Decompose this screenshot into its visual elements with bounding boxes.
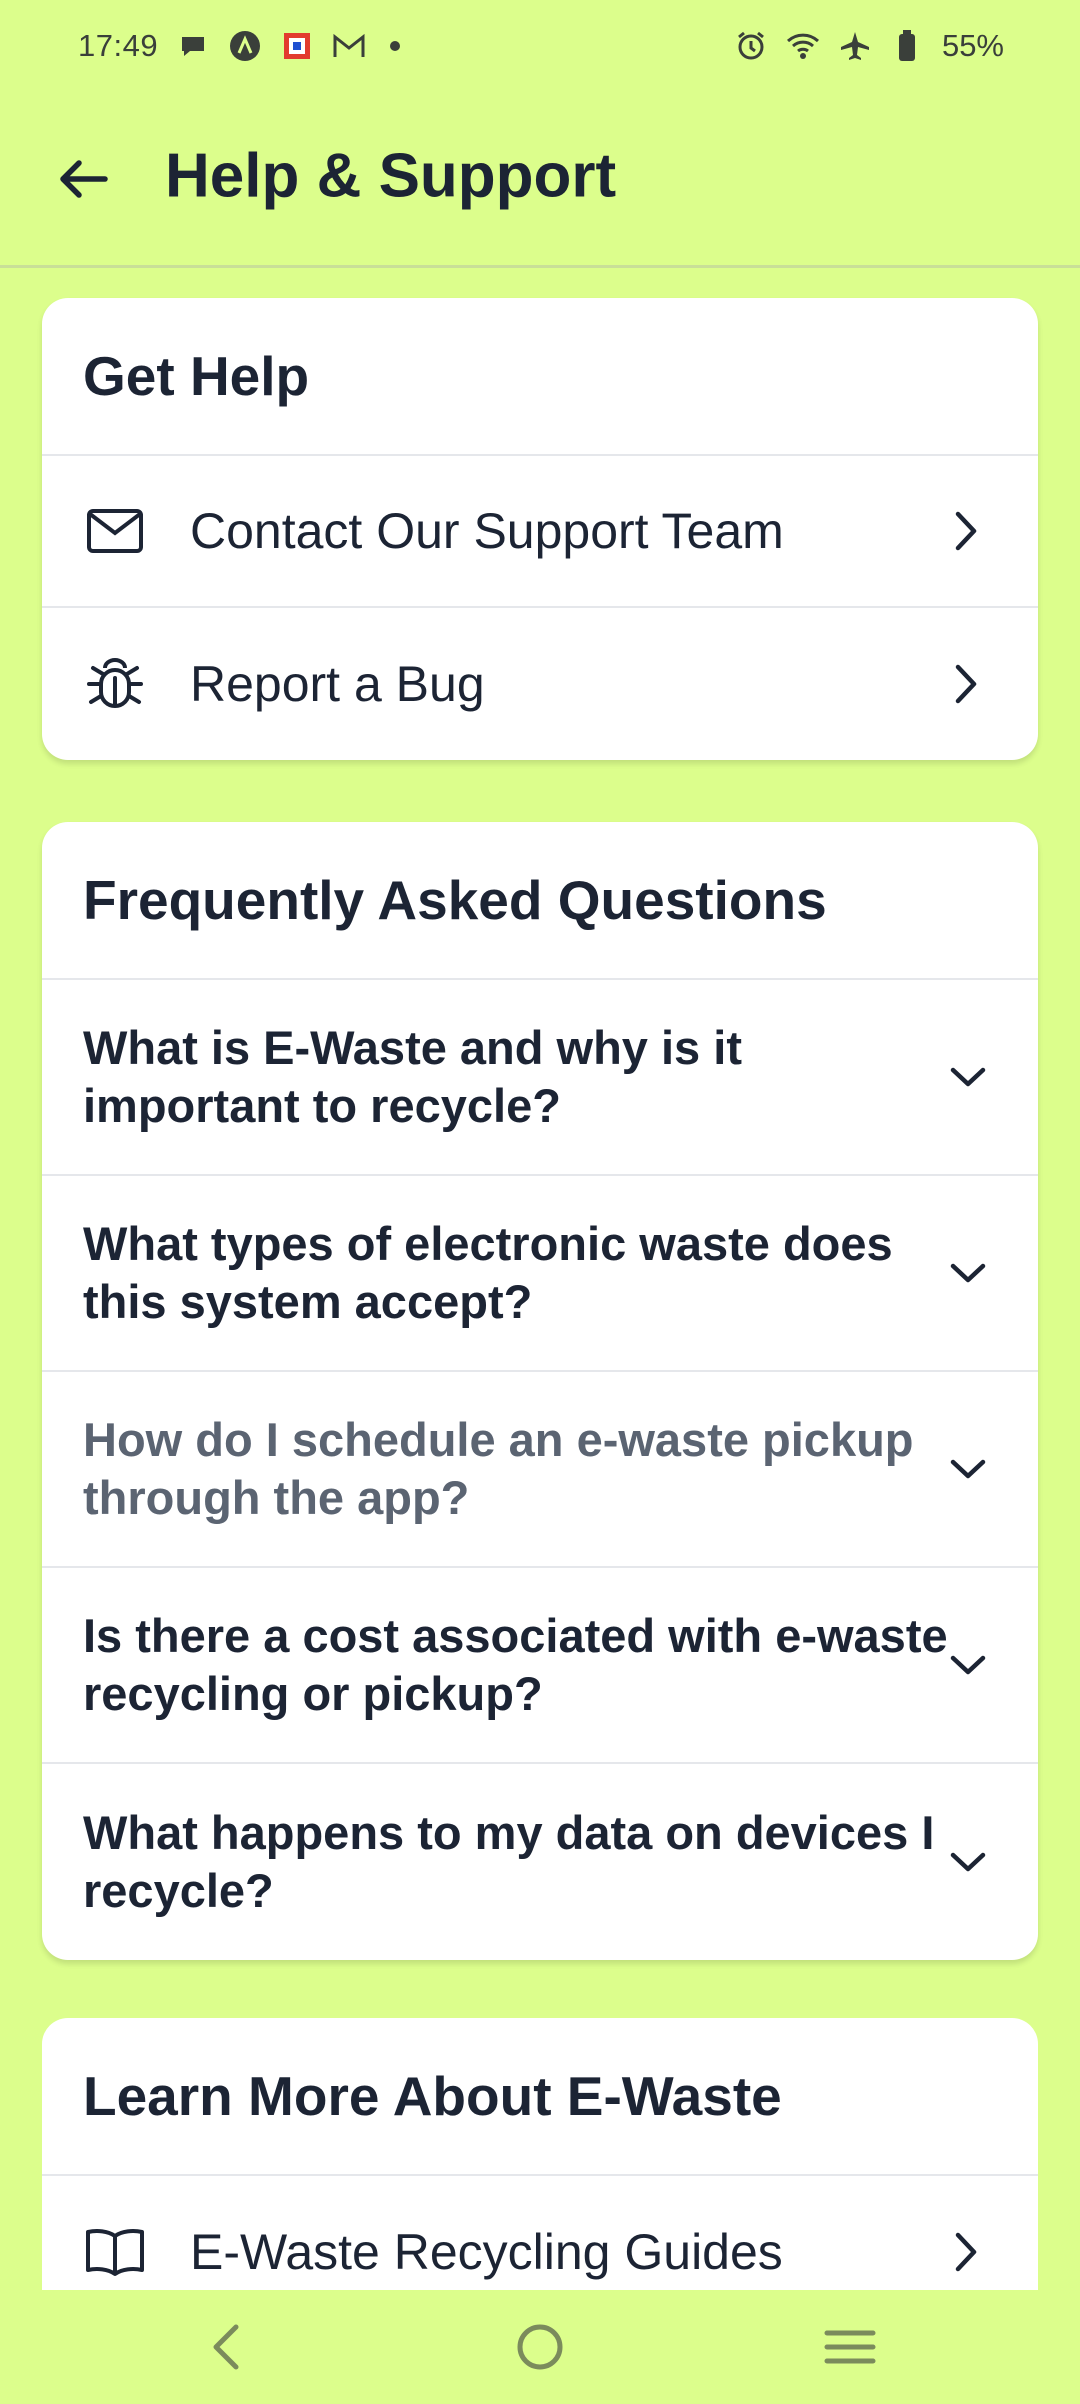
app-header: Help & Support bbox=[0, 92, 1080, 268]
status-time: 17:49 bbox=[78, 28, 159, 63]
faq-title: Frequently Asked Questions bbox=[42, 822, 1038, 980]
status-right: 55% bbox=[734, 28, 1004, 64]
book-icon bbox=[84, 2221, 146, 2283]
chat-icon bbox=[176, 29, 210, 63]
gmail-icon bbox=[332, 29, 366, 63]
chevron-down-icon bbox=[946, 1251, 990, 1295]
mail-icon bbox=[84, 500, 146, 562]
faq-question: What is E-Waste and why is it important … bbox=[83, 1021, 742, 1132]
nav-back-icon bbox=[213, 2324, 239, 2370]
get-help-title: Get Help bbox=[42, 298, 1038, 456]
status-left: 17:49 bbox=[78, 28, 401, 64]
recycling-guides-label: E-Waste Recycling Guides bbox=[190, 2224, 783, 2280]
faq-item[interactable]: How do I schedule an e-waste pickup thro… bbox=[42, 1372, 1038, 1568]
wifi-icon bbox=[786, 29, 820, 63]
get-help-card: Get Help Contact Our Support Team Report… bbox=[42, 298, 1038, 760]
back-button[interactable] bbox=[50, 146, 116, 212]
nav-home-icon bbox=[517, 2324, 563, 2370]
arrow-left-icon bbox=[60, 159, 108, 198]
chevron-down-icon bbox=[946, 1840, 990, 1884]
chevron-down-icon bbox=[946, 1447, 990, 1491]
learn-more-title: Learn More About E-Waste bbox=[42, 2018, 1038, 2176]
report-bug-row[interactable]: Report a Bug bbox=[42, 608, 1038, 760]
nav-recents-button[interactable] bbox=[810, 2307, 890, 2387]
faq-question: Is there a cost associated with e-waste … bbox=[83, 1609, 948, 1720]
faq-question: What types of electronic waste does this… bbox=[83, 1217, 893, 1328]
report-bug-label: Report a Bug bbox=[190, 656, 485, 712]
chevron-right-icon bbox=[946, 511, 986, 551]
faq-item[interactable]: What types of electronic waste does this… bbox=[42, 1176, 1038, 1372]
a-badge-icon bbox=[228, 29, 262, 63]
nav-back-button[interactable] bbox=[186, 2307, 266, 2387]
faq-item[interactable]: What happens to my data on devices I rec… bbox=[42, 1764, 1038, 1960]
grid-app-icon bbox=[280, 29, 314, 63]
faq-item[interactable]: What is E-Waste and why is it important … bbox=[42, 980, 1038, 1176]
bug-icon bbox=[84, 653, 146, 715]
nav-menu-icon bbox=[824, 2330, 876, 2364]
recycling-guides-row[interactable]: E-Waste Recycling Guides bbox=[42, 2176, 1038, 2290]
faq-question: How do I schedule an e-waste pickup thro… bbox=[83, 1413, 914, 1524]
learn-more-card: Learn More About E-Waste E-Waste Recycli… bbox=[42, 2018, 1038, 2290]
chevron-right-icon bbox=[946, 664, 986, 704]
contact-support-label: Contact Our Support Team bbox=[190, 503, 784, 559]
status-bar: 17:49 55% bbox=[0, 0, 1080, 92]
contact-support-row[interactable]: Contact Our Support Team bbox=[42, 456, 1038, 608]
chevron-right-icon bbox=[946, 2232, 986, 2272]
faq-item[interactable]: Is there a cost associated with e-waste … bbox=[42, 1568, 1038, 1764]
battery-icon bbox=[890, 29, 924, 63]
alarm-icon bbox=[734, 29, 768, 63]
battery-percent: 55% bbox=[941, 28, 1004, 63]
system-nav-bar bbox=[0, 2290, 1080, 2404]
chevron-down-icon bbox=[946, 1055, 990, 1099]
dot-icon bbox=[390, 41, 401, 51]
chevron-down-icon bbox=[946, 1643, 990, 1687]
page-title: Help & Support bbox=[165, 141, 617, 211]
faq-question: What happens to my data on devices I rec… bbox=[83, 1806, 935, 1917]
faq-card: Frequently Asked Questions What is E-Was… bbox=[42, 822, 1038, 1960]
nav-home-button[interactable] bbox=[500, 2307, 580, 2387]
airplane-icon bbox=[838, 29, 872, 63]
